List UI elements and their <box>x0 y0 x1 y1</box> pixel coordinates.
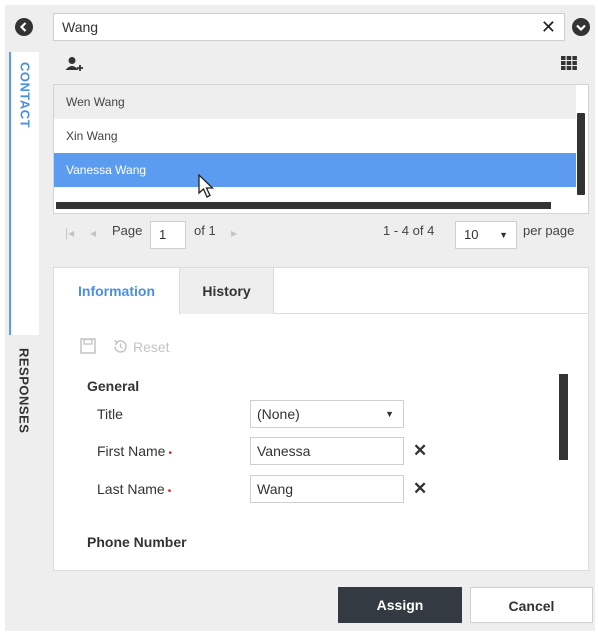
per-page-value: 10 <box>464 227 479 242</box>
tab-contact-label: CONTACT <box>17 62 33 129</box>
reset-button[interactable]: Reset <box>112 338 170 355</box>
tab-contact[interactable]: CONTACT <box>9 52 39 335</box>
contact-details-panel: Information History Reset General Title … <box>53 267 589 571</box>
search-box: ✕ <box>53 13 565 41</box>
chevron-left-circle-icon[interactable] <box>15 18 33 36</box>
detail-tabs: Information History <box>54 268 588 315</box>
last-name-field[interactable]: Wang <box>250 475 404 503</box>
title-label: Title <box>97 406 123 422</box>
prev-page-icon[interactable]: ◂ <box>90 226 96 240</box>
mouse-pointer-icon <box>198 173 216 205</box>
cancel-button[interactable]: Cancel <box>470 587 593 623</box>
close-icon[interactable]: ✕ <box>541 17 556 37</box>
section-phone-number: Phone Number <box>87 534 187 550</box>
required-indicator: • <box>168 448 172 459</box>
record-range: 1 - 4 of 4 <box>383 223 435 238</box>
last-name-label: Last Name • <box>97 481 172 497</box>
per-page-select[interactable]: 10 ▼ <box>455 221 517 249</box>
list-item-selected[interactable]: Vanessa Wang <box>54 153 576 187</box>
list-item[interactable]: Xin Wang <box>54 119 576 153</box>
section-general: General <box>87 378 140 394</box>
tab-history[interactable]: History <box>180 268 274 314</box>
assign-button[interactable]: Assign <box>338 587 462 623</box>
horizontal-scrollbar[interactable] <box>56 202 551 209</box>
reset-icon <box>114 339 127 353</box>
caret-down-icon: ▼ <box>499 230 508 240</box>
tab-information[interactable]: Information <box>54 268 180 315</box>
first-name-label: First Name • <box>97 443 172 459</box>
save-icon[interactable] <box>80 338 96 359</box>
form-scrollbar[interactable] <box>559 374 568 460</box>
page-number-input[interactable]: 1 <box>150 221 186 249</box>
required-indicator: • <box>167 486 172 497</box>
tab-responses-label: RESPONSES <box>16 348 32 434</box>
page-of-label: of 1 <box>194 223 216 238</box>
caret-down-icon: ▼ <box>385 409 394 419</box>
chevron-down-circle-icon[interactable] <box>572 18 590 36</box>
first-name-field[interactable]: Vanessa <box>250 437 404 465</box>
grid-icon[interactable] <box>561 56 577 75</box>
vertical-scrollbar[interactable] <box>577 113 585 195</box>
tab-responses[interactable]: RESPONSES <box>9 338 39 570</box>
next-page-icon[interactable]: ▸ <box>231 226 237 240</box>
title-select[interactable]: (None) ▼ <box>250 400 404 428</box>
clear-last-name-icon[interactable]: ✕ <box>413 479 427 499</box>
search-input[interactable] <box>54 14 534 40</box>
clear-first-name-icon[interactable]: ✕ <box>413 441 427 461</box>
contact-results-list: Wen Wang Xin Wang Vanessa Wang <box>53 84 589 214</box>
list-item[interactable]: Wen Wang <box>54 85 576 119</box>
reset-label: Reset <box>133 338 170 355</box>
per-page-label: per page <box>523 223 575 238</box>
first-page-icon[interactable]: |◂ <box>65 226 74 240</box>
title-value: (None) <box>257 406 300 422</box>
add-user-icon[interactable] <box>65 56 85 77</box>
page-label: Page <box>112 223 143 238</box>
